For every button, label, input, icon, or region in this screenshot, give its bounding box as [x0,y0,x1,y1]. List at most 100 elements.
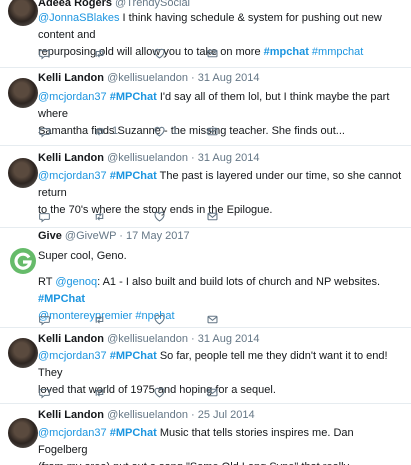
retweet-button[interactable] [93,46,112,60]
mention-link[interactable]: @mcjordan37 [38,350,107,362]
like-button[interactable] [153,209,172,223]
tweet[interactable]: Kelli Landon @kellisuelandon · 25 Jul 20… [0,404,411,465]
tweet-text-line: @mcjordan37 #MPChat The past is layered … [38,168,405,202]
tweet-actions: 1 1 [38,124,238,138]
tweet-header: Kelli Landon @kellisuelandon · 31 Aug 20… [38,152,260,164]
avatar[interactable] [8,158,38,188]
tweet-text-line: @JonnaSBlakes I think having schedule & … [38,10,405,44]
tweet-text-line: Super cool, Geno. [38,248,405,265]
tweet[interactable]: Give @GiveWP · 17 May 2017 Super cool, G… [0,228,411,328]
tweet-feed: Adeea Rogers @TrendySocial @JonnaSBlakes… [0,0,411,465]
author-handle[interactable]: @kellisuelandon [107,72,188,84]
retweet-icon [95,126,104,136]
reply-button[interactable] [38,46,51,60]
tweet-actions [38,385,238,399]
direct-message-icon [207,127,218,135]
like-button[interactable] [153,46,172,60]
direct-message-button[interactable] [206,124,219,138]
direct-message-button[interactable] [206,385,219,399]
direct-message-button[interactable] [206,312,219,326]
avatar[interactable] [8,338,38,368]
direct-message-button[interactable] [206,209,219,223]
avatar[interactable] [8,0,38,26]
like-button[interactable]: 1 [153,124,178,138]
mention-link[interactable]: @JonnaSBlakes [38,12,120,24]
tweet-text-segment: RT [38,276,56,288]
reply-icon [39,388,50,399]
author-handle[interactable]: @kellisuelandon [107,152,188,164]
mention-link[interactable]: @mcjordan37 [38,91,107,103]
direct-message-button[interactable] [206,46,219,60]
reply-button[interactable] [38,124,51,138]
direct-message-icon [207,315,218,323]
retweet-button[interactable] [93,312,112,326]
reply-button[interactable] [38,209,51,223]
mention-link[interactable]: @mcjordan37 [38,170,107,182]
give-logo-icon [10,248,36,274]
author-name[interactable]: Kelli Landon [38,333,104,345]
author-name[interactable]: Adeea Rogers [38,0,112,9]
retweet-icon [95,314,104,324]
tweet-text: @mcjordan37 #MPChat Music that tells sto… [38,425,405,465]
hashtag-link[interactable]: #mpchat [264,46,309,58]
tweet-date[interactable]: 31 Aug 2014 [198,333,260,345]
tweet[interactable]: Kelli Landon @kellisuelandon · 31 Aug 20… [0,328,411,404]
tweet[interactable]: Kelli Landon @kellisuelandon · 31 Aug 20… [0,146,411,228]
avatar[interactable] [8,418,38,448]
tweet-text-line: RT @genoq: A1 - I also built and build l… [38,274,405,308]
tweet[interactable]: Adeea Rogers @TrendySocial @JonnaSBlakes… [0,0,411,68]
like-button[interactable] [153,385,172,399]
tweet-date[interactable]: 31 Aug 2014 [198,72,260,84]
hashtag-link[interactable]: #MPChat [107,91,157,103]
tweet-text-line: @mcjordan37 #MPChat So far, people tell … [38,348,405,382]
author-handle[interactable]: @GiveWP [65,230,116,242]
hashtag-link[interactable]: #mmpchat [309,46,363,58]
tweet-actions [38,209,238,223]
retweet-count: 1 [112,125,119,137]
author-handle[interactable]: @TrendySocial [115,0,190,9]
tweet-text-segment: Super cool, Geno. [38,250,127,262]
author-name[interactable]: Kelli Landon [38,72,104,84]
author-handle[interactable]: @kellisuelandon [107,409,188,421]
hashtag-link[interactable]: #MPChat [107,427,157,439]
direct-message-icon [207,212,218,220]
author-name[interactable]: Kelli Landon [38,152,104,164]
tweet-header: Kelli Landon @kellisuelandon · 31 Aug 20… [38,333,260,345]
retweet-button[interactable] [93,385,112,399]
retweet-icon [95,387,104,397]
reply-button[interactable] [38,312,51,326]
hashtag-link[interactable]: #MPChat [107,350,157,362]
hashtag-link[interactable]: #MPChat [107,170,157,182]
mention-link[interactable]: @genoq [55,276,97,288]
reply-button[interactable] [38,385,51,399]
direct-message-icon [207,388,218,396]
tweet[interactable]: Kelli Landon @kellisuelandon · 31 Aug 20… [0,68,411,146]
like-count: 1 [172,125,179,137]
avatar[interactable] [8,78,38,108]
author-handle[interactable]: @kellisuelandon [107,333,188,345]
retweet-icon [95,48,104,58]
tweet-text-segment: (from my area) put out a song "Same Old … [38,461,360,465]
tweet-text-segment: : A1 - I also built and build lots of ch… [97,276,380,288]
retweet-button[interactable]: 1 [93,124,118,138]
mention-link[interactable]: @mcjordan37 [38,427,107,439]
direct-message-icon [207,49,218,57]
tweet-text-line: @mcjordan37 #MPChat I'd say all of them … [38,89,405,123]
tweet-header: Kelli Landon @kellisuelandon · 31 Aug 20… [38,72,260,84]
author-name[interactable]: Give [38,230,62,242]
author-name[interactable]: Kelli Landon [38,409,104,421]
tweet-header: Kelli Landon @kellisuelandon · 25 Jul 20… [38,409,255,421]
hashtag-link[interactable]: #MPChat [38,293,85,305]
heart-icon [154,126,165,137]
tweet-date[interactable]: 17 May 2017 [126,230,190,242]
avatar[interactable] [8,246,38,276]
retweet-button[interactable] [93,209,112,223]
like-button[interactable] [153,312,172,326]
tweet-date[interactable]: 31 Aug 2014 [198,152,260,164]
heart-icon [154,48,165,59]
reply-icon [39,315,50,326]
tweet-actions [38,312,238,326]
tweet-actions [38,46,238,60]
tweet-date[interactable]: 25 Jul 2014 [198,409,255,421]
retweet-icon [95,211,104,221]
